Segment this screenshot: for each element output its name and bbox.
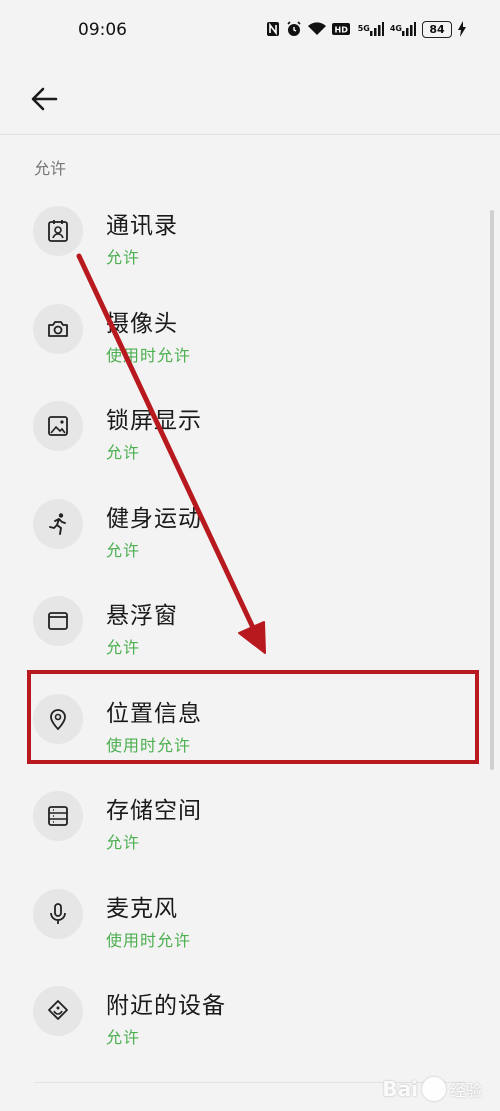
alarm-icon	[286, 20, 302, 38]
scrollbar[interactable]	[490, 210, 494, 770]
item-status: 允许	[106, 443, 141, 462]
item-status: 允许	[106, 833, 141, 852]
list-item[interactable]: 锁屏显示 允许	[0, 383, 500, 481]
nearby-devices-icon	[48, 1000, 68, 1020]
storage-icon	[48, 806, 68, 826]
lockscreen-image-icon	[48, 416, 68, 436]
item-status: 允许	[106, 248, 141, 267]
section-title: 允许	[34, 159, 67, 178]
item-name: 附近的设备	[106, 993, 226, 1019]
status-icons: HD 5G 4G 84	[266, 20, 466, 38]
signal-4g-icon: 4G	[390, 20, 416, 38]
status-time: 09:06	[78, 20, 127, 40]
microphone-icon	[50, 902, 66, 924]
signal-5g-icon: 5G	[358, 20, 384, 38]
list-item[interactable]: 悬浮窗 允许	[0, 578, 500, 676]
item-name: 麦克风	[106, 895, 178, 922]
list-item[interactable]: 健身运动 允许	[0, 481, 500, 579]
svg-text:HD: HD	[334, 26, 348, 35]
battery-icon: 84	[422, 20, 452, 38]
item-status: 使用时允许	[106, 930, 192, 950]
nfc-icon	[266, 20, 280, 38]
list-item[interactable]: 附近的设备 允许	[0, 968, 500, 1066]
running-icon	[49, 512, 66, 535]
list-item[interactable]: 摄像头 使用时允许	[0, 286, 500, 384]
item-name: 存储空间	[106, 798, 202, 824]
item-name: 通讯录	[106, 213, 178, 239]
paw-icon	[421, 1077, 446, 1101]
charging-icon	[458, 20, 466, 38]
hd-icon: HD	[331, 20, 352, 38]
contacts-icon	[48, 220, 68, 242]
watermark-logo: Bai 经验	[382, 1077, 482, 1101]
app-header	[0, 62, 500, 135]
item-status: 使用时允许	[106, 345, 192, 365]
item-name: 悬浮窗	[106, 603, 178, 629]
item-name: 摄像头	[106, 310, 178, 337]
camera-icon	[48, 320, 68, 337]
floating-window-icon	[48, 612, 68, 630]
item-name: 健身运动	[106, 505, 202, 532]
list-item[interactable]: 麦克风 使用时允许	[0, 871, 500, 969]
permission-list: 通讯录 允许 摄像头 使用时允许 锁屏显示 允许 健身运动 允许 悬浮窗 允许	[0, 188, 500, 1066]
wifi-icon	[307, 20, 326, 38]
back-button[interactable]	[28, 84, 62, 114]
status-bar: 09:06 HD 5G 4G 84	[0, 0, 500, 62]
item-name: 锁屏显示	[106, 408, 202, 434]
list-item[interactable]: 存储空间 允许	[0, 773, 500, 871]
back-arrow-icon	[31, 87, 58, 111]
item-status: 允许	[106, 540, 141, 560]
highlight-box	[27, 670, 479, 764]
item-status: 允许	[106, 638, 141, 657]
list-item[interactable]: 通讯录 允许	[0, 188, 500, 286]
item-status: 允许	[106, 1028, 141, 1047]
